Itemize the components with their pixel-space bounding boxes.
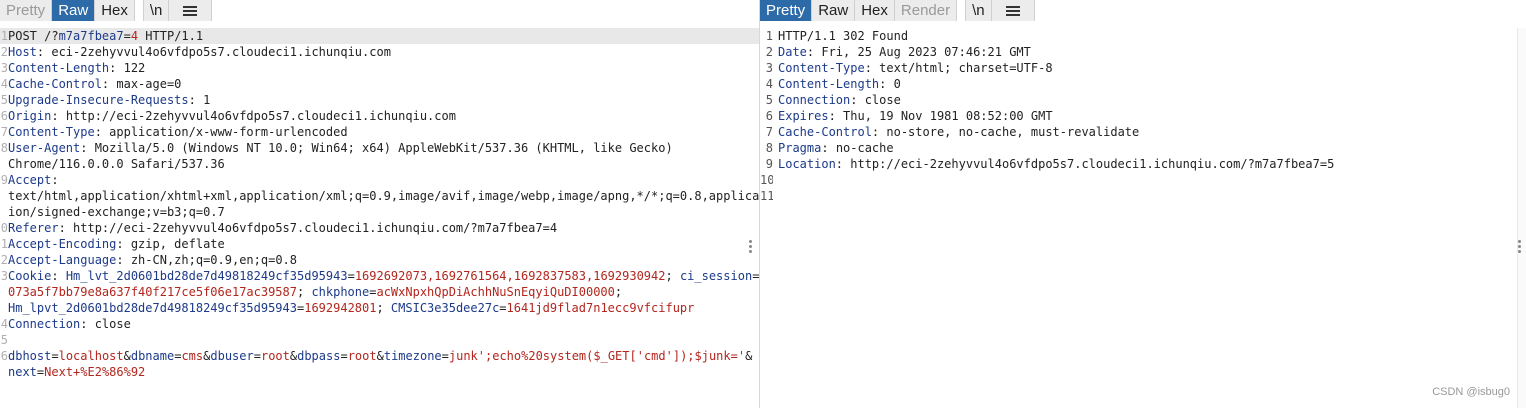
header-line: 5 Upgrade-Insecure-Requests: 1 (0, 93, 211, 107)
header-line: 0 Referer: http://eci-2zehyvvul4o6vfdpo5… (0, 221, 558, 235)
newline-toggle[interactable]: \n (965, 0, 992, 21)
pane-resize-handle[interactable] (749, 238, 753, 255)
cookie-line-wrapped: Hm_lpvt_2d0601bd28de7d49818249cf35d95943… (8, 301, 695, 315)
newline-toggle[interactable]: \n (142, 0, 170, 21)
hamburger-icon (183, 5, 198, 16)
header-line-wrapped: text/html,application/xhtml+xml,applicat… (8, 189, 760, 203)
header-line: 4 Cache-Control: max-age=0 (0, 77, 182, 91)
hamburger-icon (1005, 5, 1020, 16)
header-line: 6 Expires: Thu, 19 Nov 1981 08:52:00 GMT (765, 109, 1053, 123)
header-line: 7 Cache-Control: no-store, no-cache, mus… (765, 125, 1140, 139)
handle-dot (1518, 240, 1521, 243)
response-pane: Pretty Raw Hex Render \n 1 HTTP/1.1 302 … (759, 0, 1526, 408)
header-line: 4 Content-Length: 0 (765, 77, 901, 91)
header-line: 3 Content-Type: text/html; charset=UTF-8 (765, 61, 1053, 75)
cookie-line-wrapped: 073a5f7bb79e8a637f40f217ce5f06e17ac39587… (8, 285, 623, 299)
header-line: 9 Location: http://eci-2zehyvvul4o6vfdpo… (765, 157, 1335, 171)
header-line: 2 Date: Fri, 25 Aug 2023 07:46:21 GMT (765, 45, 1031, 59)
query-key: m7a7fbea7 (58, 29, 124, 43)
header-line: 6 Origin: http://eci-2zehyvvul4o6vfdpo5s… (0, 109, 456, 123)
header-line: 3 Content-Length: 122 (0, 61, 146, 75)
blank-line: 11 (760, 189, 773, 203)
response-editor[interactable]: 1 HTTP/1.1 302 Found 2 Date: Fri, 25 Aug… (760, 28, 1517, 408)
handle-dot (1518, 250, 1521, 253)
status-line: 1 HTTP/1.1 302 Found (765, 29, 909, 43)
header-line: 7 Content-Type: application/x-www-form-u… (0, 125, 348, 139)
query-value: 4 (130, 29, 139, 43)
header-line: 8 Pragma: no-cache (765, 141, 894, 155)
request-line: 1 POST /?m7a7fbea7=4 HTTP/1.1 (0, 28, 760, 44)
body-line-wrapped: next=Next+%E2%86%92 (8, 365, 146, 379)
response-toolbar: Pretty Raw Hex Render \n (760, 0, 1035, 21)
tab-hex[interactable]: Hex (95, 0, 135, 21)
header-line-wrapped: Chrome/116.0.0.0 Safari/537.36 (8, 157, 225, 171)
request-pane: Pretty Raw Hex \n 1 POST /?m7a7fbea7=4 H… (0, 0, 760, 408)
vertical-scrollbar[interactable] (1517, 28, 1526, 408)
pane-resize-handle[interactable] (1518, 238, 1522, 255)
handle-dot (749, 250, 752, 253)
body-line: 6 dbhost=localhost&dbname=cms&dbuser=roo… (0, 349, 753, 363)
header-line: 2 Host: eci-2zehyvvul4o6vfdpo5s7.cloudec… (0, 45, 391, 59)
blank-line: 5 (0, 333, 8, 347)
header-line: 8 User-Agent: Mozilla/5.0 (Windows NT 10… (0, 141, 673, 155)
handle-dot (749, 240, 752, 243)
handle-dot (1518, 245, 1521, 248)
watermark: CSDN @isbug0 (1432, 386, 1510, 398)
tab-pretty[interactable]: Pretty (760, 0, 813, 21)
tab-render[interactable]: Render (894, 0, 958, 21)
cookie-line: 3 Cookie: Hm_lvt_2d0601bd28de7d49818249c… (0, 269, 760, 283)
header-line: 4 Connection: close (0, 317, 131, 331)
request-toolbar: Pretty Raw Hex \n (0, 0, 213, 21)
header-line: 1 Accept-Encoding: gzip, deflate (0, 237, 225, 251)
tab-raw[interactable]: Raw (812, 0, 856, 21)
method: POST /? (8, 29, 59, 43)
menu-button[interactable] (169, 0, 213, 21)
tab-raw[interactable]: Raw (52, 0, 96, 21)
menu-button[interactable] (991, 0, 1035, 21)
header-line: 9 Accept: (0, 173, 59, 187)
tab-pretty[interactable]: Pretty (0, 0, 53, 21)
line-number: 1 (0, 29, 8, 43)
header-line: 2 Accept-Language: zh-CN,zh;q=0.9,en;q=0… (0, 253, 297, 267)
blank-line: 10 (760, 173, 773, 187)
header-line: 5 Connection: close (765, 93, 901, 107)
header-line-wrapped: ion/signed-exchange;v=b3;q=0.7 (8, 205, 225, 219)
handle-dot (749, 245, 752, 248)
tab-hex[interactable]: Hex (855, 0, 895, 21)
request-editor[interactable]: 1 POST /?m7a7fbea7=4 HTTP/1.1 2 Host: ec… (0, 28, 760, 408)
